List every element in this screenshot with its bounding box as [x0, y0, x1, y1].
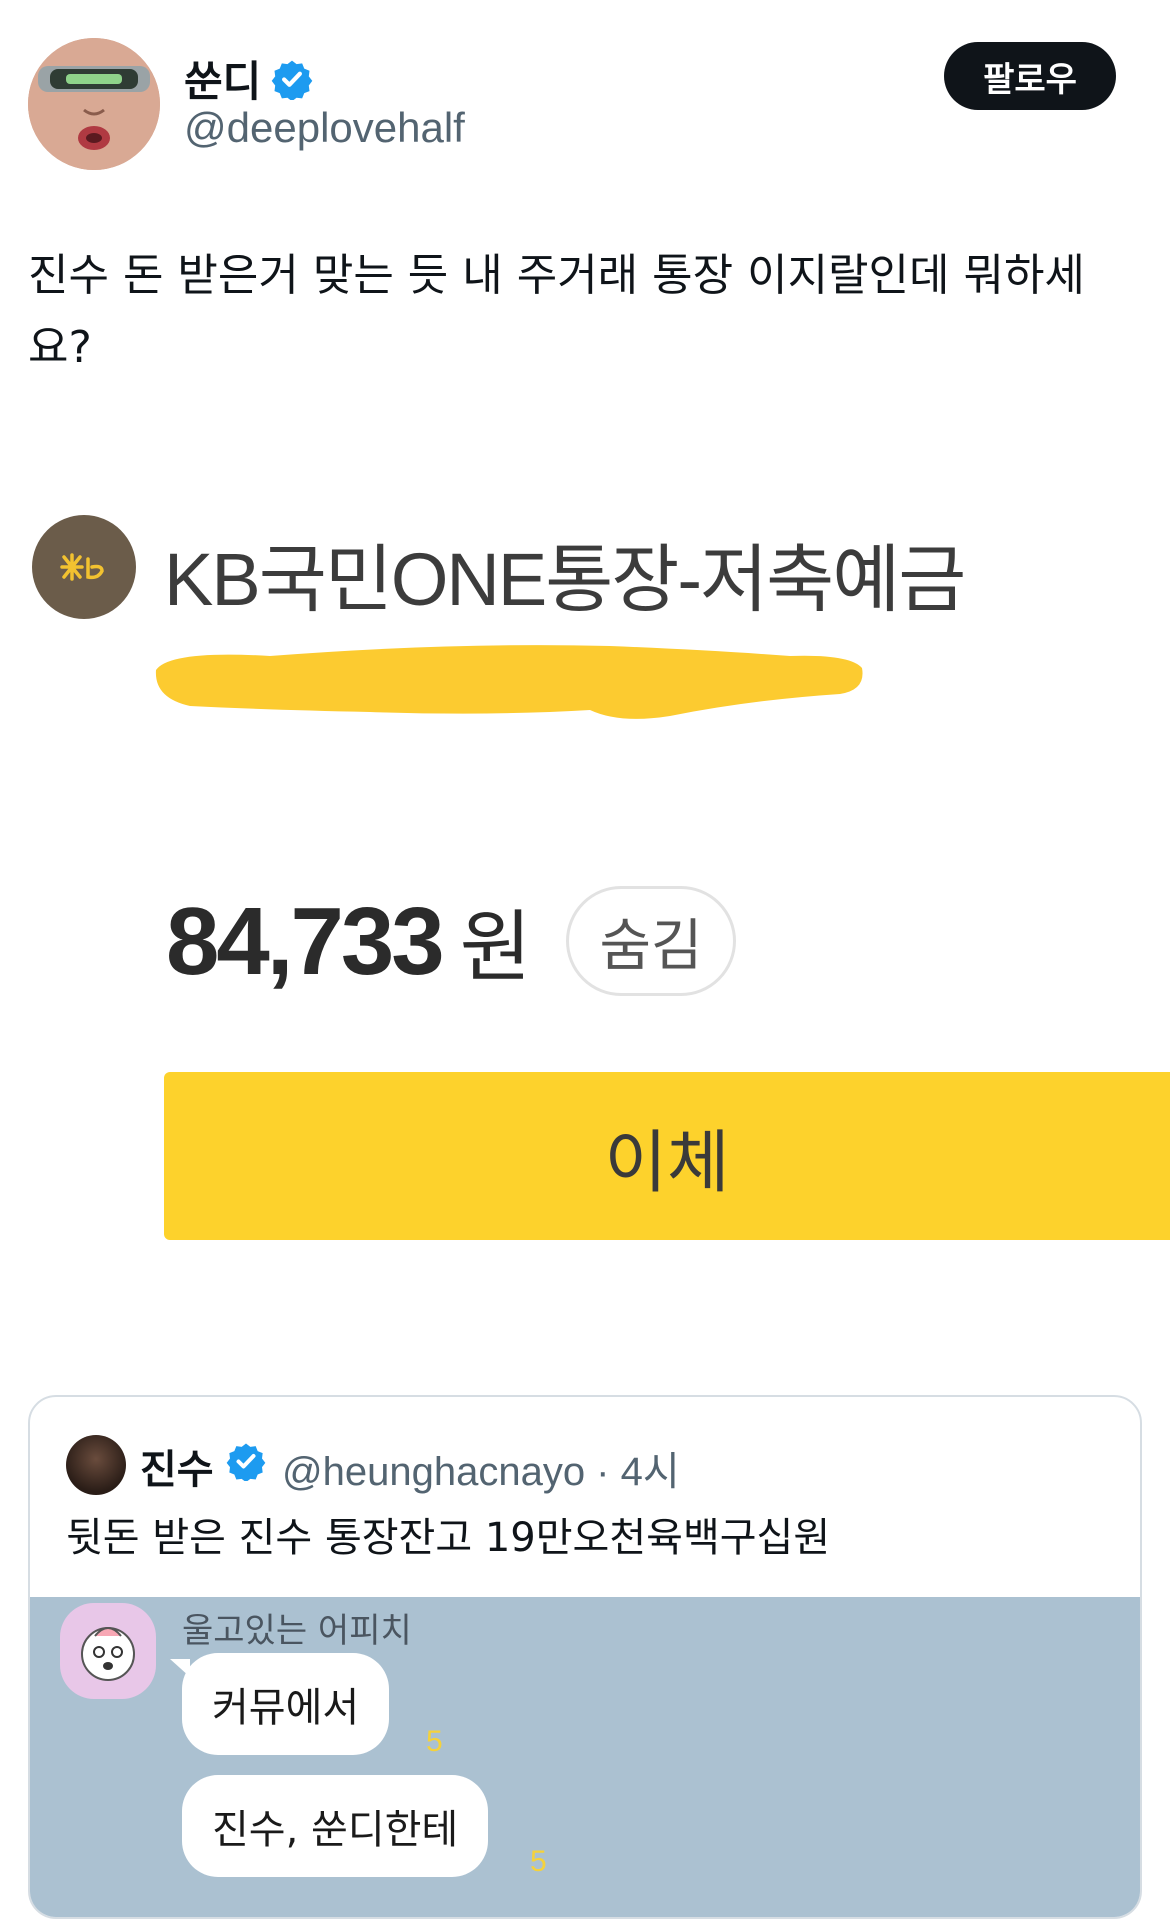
kakao-chat-screenshot: 울고있는 어피치 커뮤에서 5 진수, 쑨디한테 5 — [30, 1597, 1140, 1917]
chat-bubble: 커뮤에서 — [182, 1653, 390, 1755]
kb-logo-mark — [60, 553, 104, 581]
apeach-face — [81, 1627, 135, 1681]
kb-logo-icon — [32, 515, 136, 619]
verified-badge-icon — [271, 60, 313, 100]
balance-amount: 84,733 — [166, 888, 445, 995]
hide-balance-button[interactable]: 숨김 — [566, 886, 736, 996]
verified-badge-icon — [226, 1443, 266, 1481]
account-name: KB국민ONE통장-저축예금 — [164, 538, 966, 621]
unread-count: 5 — [426, 1725, 443, 1758]
follow-button[interactable]: 팔로우 — [944, 42, 1116, 110]
author-avatar-image — [28, 38, 160, 170]
unread-count: 5 — [530, 1845, 547, 1878]
author-display-name[interactable]: 쑨디 — [184, 48, 261, 109]
redaction-scribble — [155, 645, 863, 719]
author-handle[interactable]: @deeplovehalf — [184, 104, 465, 152]
transfer-button[interactable]: 이체 — [164, 1072, 1170, 1240]
chat-bubble: 진수, 쑨디한테 — [182, 1775, 489, 1877]
quote-tweet-card[interactable]: 진수 @heunghacnayo · 4시 뒷돈 받은 진수 통장잔고 19만오… — [28, 1395, 1142, 1919]
quote-text: 뒷돈 받은 진수 통장잔고 19만오천육백구십원 — [66, 1515, 831, 1561]
balance-row: 84,733 원 — [166, 885, 531, 997]
author-name-row: 쑨디 — [184, 48, 313, 109]
author-avatar[interactable] — [28, 38, 160, 170]
quote-author-name[interactable]: 진수 — [140, 1437, 214, 1495]
tweet-text: 진수 돈 받은거 맞는 듯 내 주거래 통장 이지랄인데 뭐하세요? — [28, 250, 1085, 373]
balance-unit: 원 — [459, 903, 532, 993]
quote-author-avatar[interactable] — [66, 1435, 126, 1495]
chat-sender-name: 울고있는 어피치 — [182, 1611, 412, 1651]
quote-handle-time: @heunghacnayo · 4시 — [282, 1450, 680, 1494]
apeach-avatar-icon — [60, 1603, 156, 1699]
